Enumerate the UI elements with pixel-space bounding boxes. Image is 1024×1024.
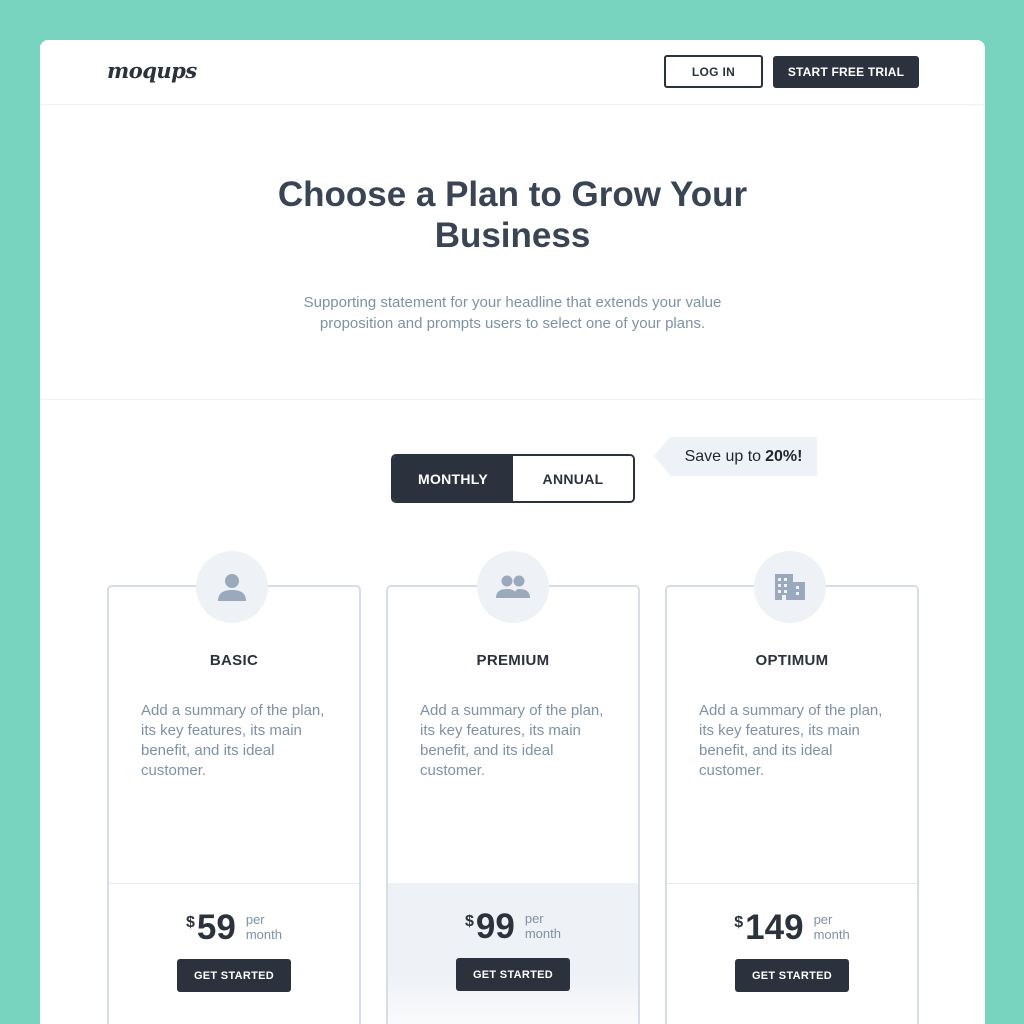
price-amount: 99 xyxy=(475,907,515,946)
price-period-line-1: per xyxy=(813,912,833,927)
building-icon xyxy=(754,551,826,623)
plan-description: Add a summary of the plan, its key featu… xyxy=(141,702,325,779)
save-badge: Save up to 20%! xyxy=(654,437,817,476)
section-divider xyxy=(40,399,985,400)
save-badge-highlight: 20%! xyxy=(765,447,803,465)
price-row: $ 59 per month xyxy=(109,910,359,946)
plan-card-optimum: OPTIMUM Add a summary of the plan, its k… xyxy=(665,585,919,1024)
price-period-line-2: month xyxy=(524,926,561,941)
price-amount: 59 xyxy=(196,908,236,947)
currency-symbol: $ xyxy=(186,914,195,931)
page-subheadline: Supporting statement for your headline t… xyxy=(280,292,745,334)
price-period: per month xyxy=(246,912,282,942)
price-period-line-1: per xyxy=(245,912,265,927)
price-amount: 149 xyxy=(745,908,804,947)
plan-name: OPTIMUM xyxy=(755,652,829,669)
plan-price-footer: $ 149 per month GET STARTED xyxy=(667,883,917,1024)
toggle-annual[interactable]: ANNUAL xyxy=(513,456,633,501)
price-period-line-1: per xyxy=(524,911,544,926)
page-headline: Choose a Plan to Grow Your Business xyxy=(40,174,985,256)
currency-symbol: $ xyxy=(465,913,474,930)
subheadline-line-1: Supporting statement for your headline t… xyxy=(303,294,722,311)
price-row: $ 149 per month xyxy=(667,910,917,946)
logo[interactable]: moqups xyxy=(107,58,197,83)
get-started-button-premium[interactable]: GET STARTED xyxy=(456,958,570,991)
toggle-monthly[interactable]: MONTHLY xyxy=(393,456,513,501)
headline-line-2: Business xyxy=(434,216,591,255)
price-period-line-2: month xyxy=(813,927,850,942)
save-badge-text: Save up to xyxy=(684,447,762,465)
login-button[interactable]: LOG IN xyxy=(664,55,763,88)
people-icon xyxy=(477,551,549,623)
page-container: moqups LOG IN START FREE TRIAL Choose a … xyxy=(40,40,985,1024)
plan-name: PREMIUM xyxy=(476,652,550,669)
plan-price-footer: $ 99 per month GET STARTED xyxy=(388,883,638,1024)
headline-line-1: Choose a Plan to Grow Your xyxy=(277,175,748,214)
person-icon xyxy=(196,551,268,623)
billing-period-toggle[interactable]: MONTHLY ANNUAL xyxy=(391,454,635,503)
plan-description: Add a summary of the plan, its key featu… xyxy=(420,702,604,779)
plan-card-basic: BASIC Add a summary of the plan, its key… xyxy=(107,585,361,1024)
plan-card-premium: PREMIUM Add a summary of the plan, its k… xyxy=(386,585,640,1024)
price-period: per month xyxy=(814,912,850,942)
get-started-button-basic[interactable]: GET STARTED xyxy=(177,959,291,992)
price-period-line-2: month xyxy=(245,927,282,942)
currency-symbol: $ xyxy=(734,914,744,931)
start-free-trial-button[interactable]: START FREE TRIAL xyxy=(773,56,919,88)
subheadline-line-2: proposition and prompts users to select … xyxy=(319,315,706,332)
plan-name: BASIC xyxy=(209,652,259,669)
plan-price-footer: $ 59 per month GET STARTED xyxy=(109,883,359,1024)
top-navbar: moqups LOG IN START FREE TRIAL xyxy=(40,40,985,105)
get-started-button-optimum[interactable]: GET STARTED xyxy=(735,959,849,992)
price-row: $ 99 per month xyxy=(388,909,638,945)
plan-description: Add a summary of the plan, its key featu… xyxy=(699,702,883,779)
price-period: per month xyxy=(525,911,561,941)
